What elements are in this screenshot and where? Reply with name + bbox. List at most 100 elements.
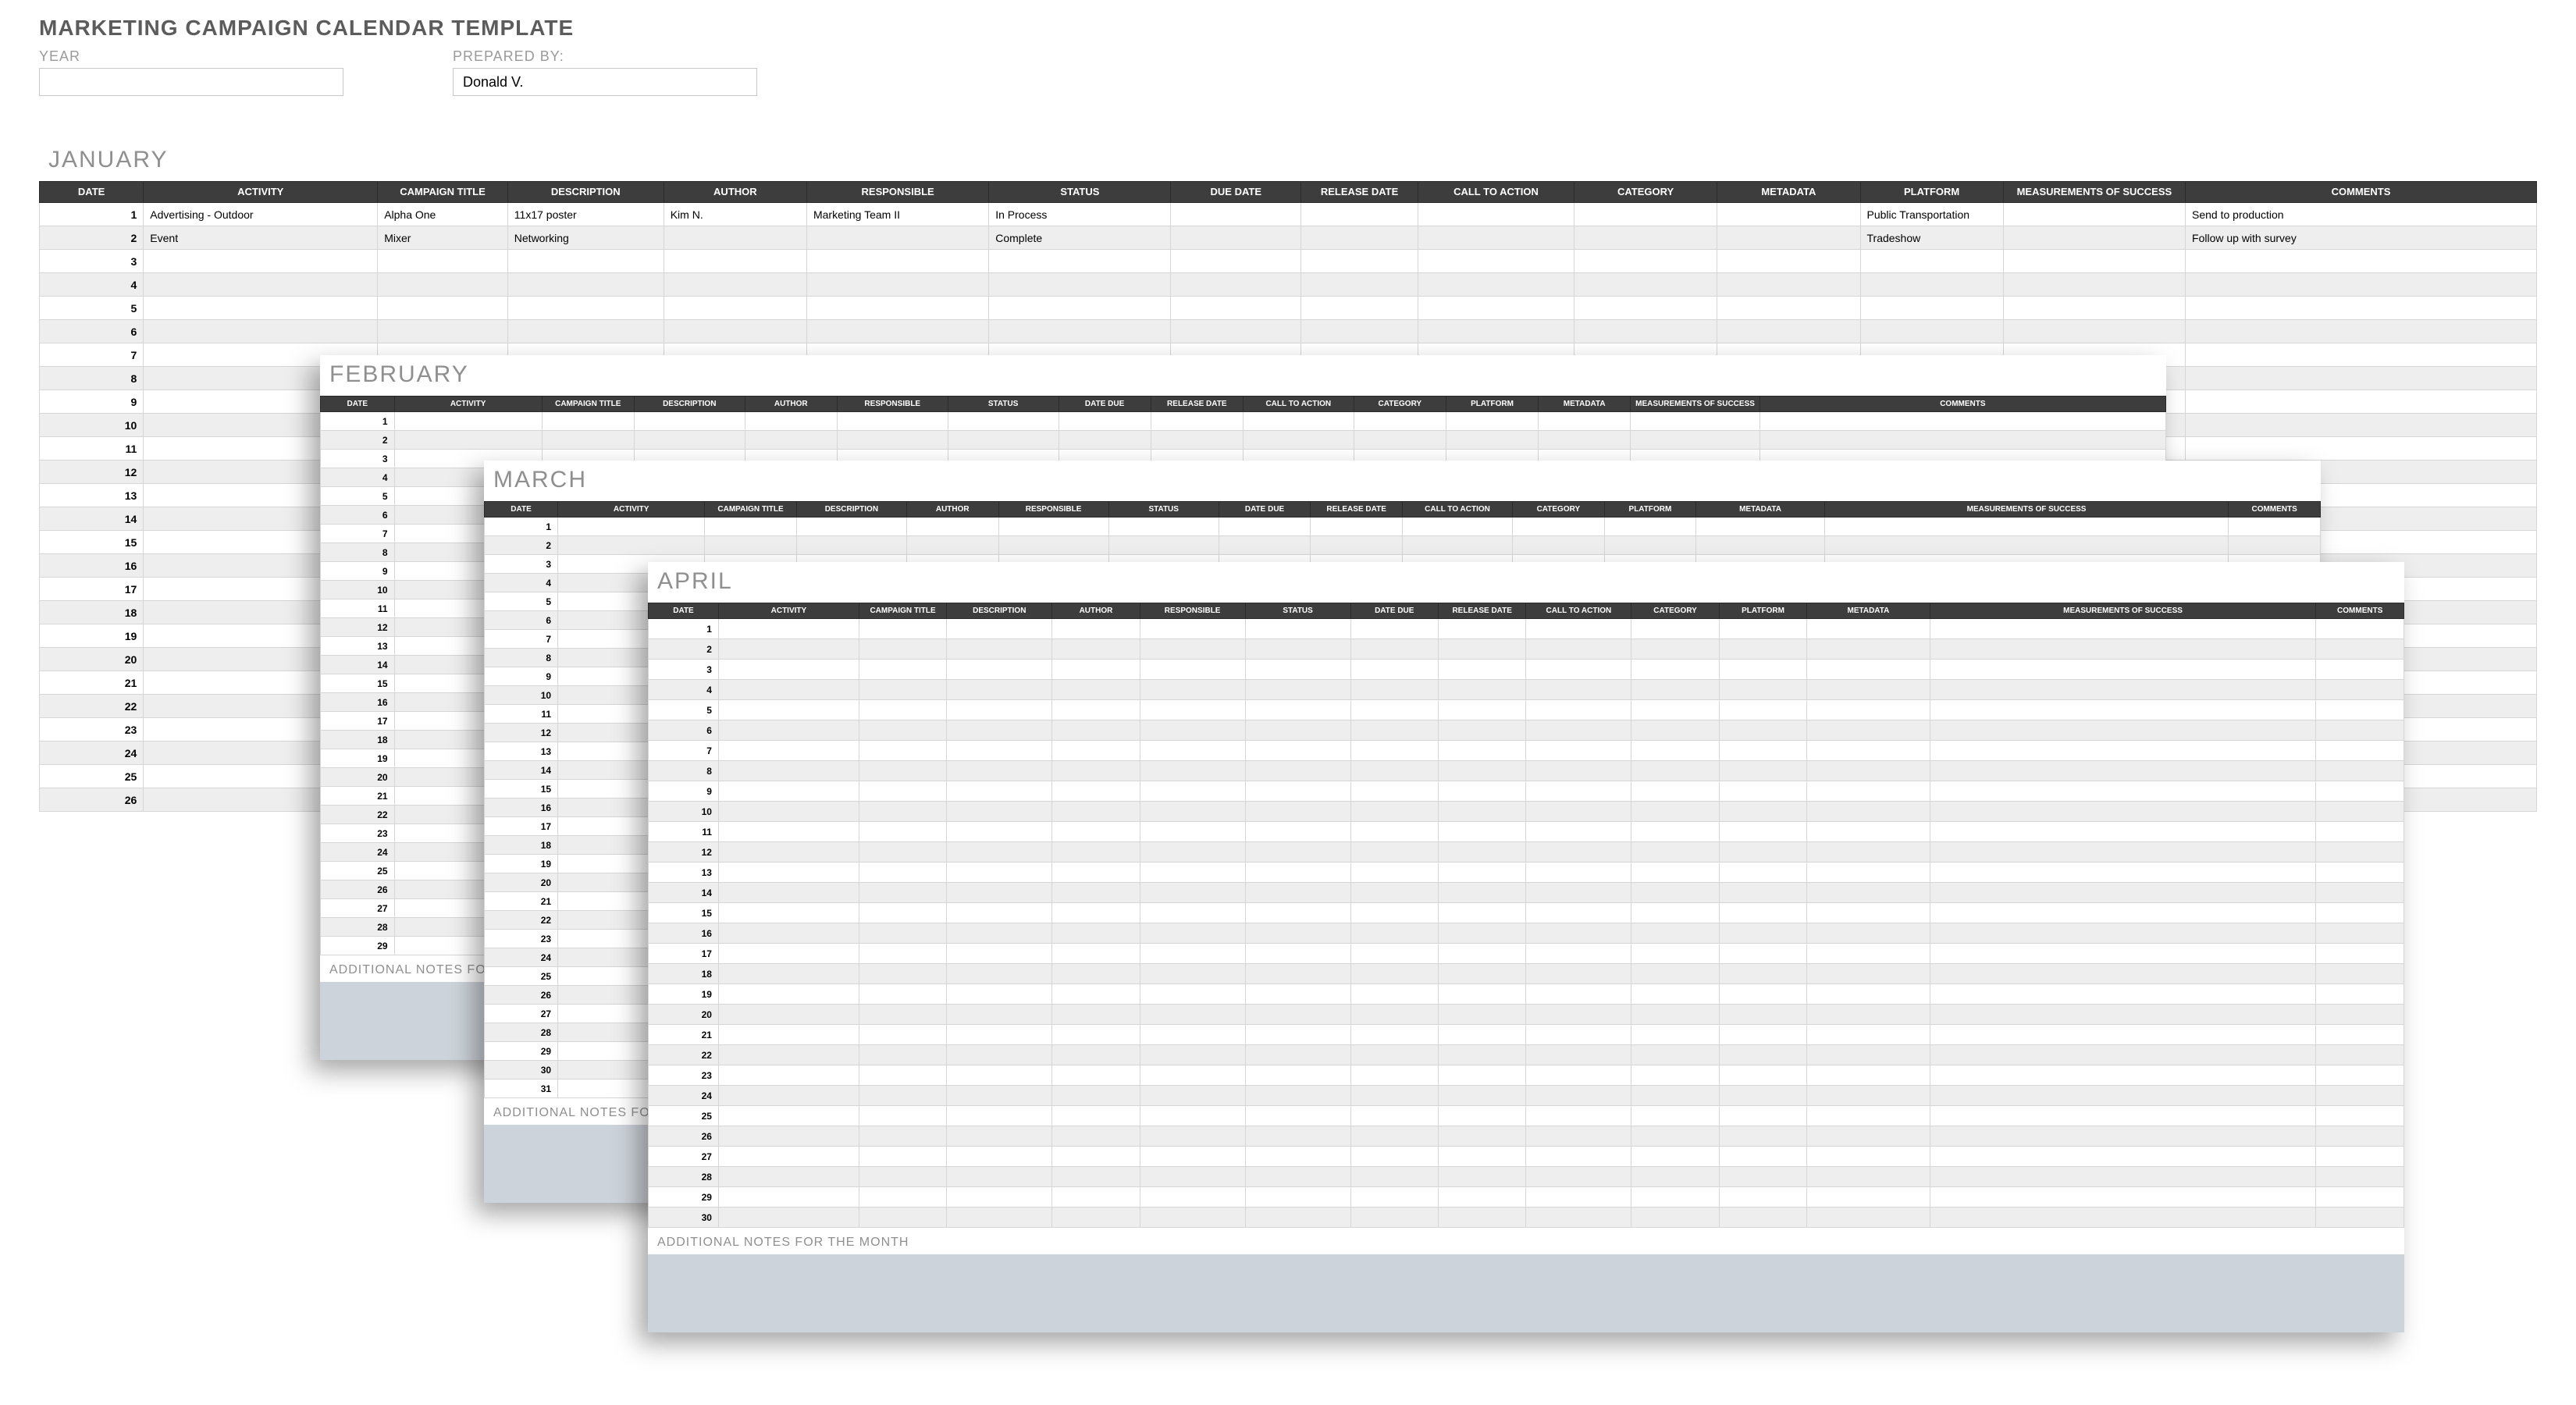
data-cell[interactable] — [1526, 1005, 1631, 1025]
year-input[interactable] — [39, 68, 343, 96]
data-cell[interactable] — [1350, 883, 1438, 903]
data-cell[interactable] — [859, 1025, 946, 1045]
data-cell[interactable] — [1350, 761, 1438, 781]
data-cell[interactable] — [1402, 536, 1512, 555]
date-cell[interactable]: 6 — [321, 506, 395, 525]
date-cell[interactable]: 28 — [485, 1023, 558, 1042]
data-cell[interactable] — [1438, 923, 1525, 944]
data-cell[interactable] — [2186, 414, 2537, 437]
data-cell[interactable] — [1350, 1065, 1438, 1086]
data-cell[interactable] — [1631, 1208, 1719, 1228]
data-cell[interactable] — [947, 1208, 1052, 1228]
data-cell[interactable] — [2003, 250, 2185, 273]
data-cell[interactable] — [1526, 802, 1631, 822]
data-cell[interactable] — [1574, 320, 1717, 343]
data-cell[interactable] — [859, 1126, 946, 1147]
data-cell[interactable] — [1171, 273, 1301, 297]
data-cell[interactable] — [1140, 802, 1245, 822]
data-cell[interactable] — [2316, 1025, 2404, 1045]
data-cell[interactable] — [1631, 863, 1719, 883]
data-cell[interactable] — [1245, 1167, 1350, 1187]
data-cell[interactable] — [947, 680, 1052, 700]
data-cell[interactable] — [1140, 842, 1245, 863]
data-cell[interactable] — [1526, 1126, 1631, 1147]
data-cell[interactable] — [1574, 203, 1717, 226]
data-cell[interactable] — [1350, 1045, 1438, 1065]
data-cell[interactable] — [1930, 822, 2316, 842]
date-cell[interactable]: 9 — [321, 562, 395, 581]
data-cell[interactable] — [1807, 781, 1930, 802]
data-cell[interactable] — [1140, 1065, 1245, 1086]
data-cell[interactable] — [718, 1167, 859, 1187]
data-cell[interactable] — [1930, 660, 2316, 680]
data-cell[interactable] — [1350, 700, 1438, 720]
data-cell[interactable] — [1350, 863, 1438, 883]
date-cell[interactable]: 9 — [485, 667, 558, 686]
data-cell[interactable] — [1140, 863, 1245, 883]
data-cell[interactable] — [1807, 1086, 1930, 1106]
data-cell[interactable] — [1719, 863, 1806, 883]
data-cell[interactable] — [1759, 412, 2165, 431]
data-cell[interactable] — [1719, 1106, 1806, 1126]
data-cell[interactable] — [1807, 964, 1930, 984]
data-cell[interactable] — [1052, 741, 1140, 761]
date-cell[interactable]: 20 — [40, 648, 144, 671]
data-cell[interactable] — [1438, 1147, 1525, 1167]
data-cell[interactable] — [507, 250, 664, 273]
data-cell[interactable] — [1719, 720, 1806, 741]
data-cell[interactable] — [1052, 944, 1140, 964]
data-cell[interactable] — [1719, 1187, 1806, 1208]
data-cell[interactable] — [1245, 903, 1350, 923]
date-cell[interactable]: 25 — [40, 765, 144, 788]
data-cell[interactable] — [806, 226, 988, 250]
data-cell[interactable] — [1245, 944, 1350, 964]
data-cell[interactable] — [1140, 822, 1245, 842]
data-cell[interactable] — [947, 822, 1052, 842]
data-cell[interactable] — [1418, 250, 1574, 273]
data-cell[interactable] — [1719, 700, 1806, 720]
date-cell[interactable]: 7 — [485, 630, 558, 649]
data-cell[interactable] — [1719, 1126, 1806, 1147]
data-cell[interactable] — [1719, 842, 1806, 863]
data-cell[interactable] — [1350, 1025, 1438, 1045]
data-cell[interactable] — [859, 720, 946, 741]
data-cell[interactable] — [1631, 720, 1719, 741]
data-cell[interactable] — [664, 250, 806, 273]
data-cell[interactable] — [1807, 944, 1930, 964]
date-cell[interactable]: 23 — [485, 930, 558, 948]
data-cell[interactable] — [1438, 964, 1525, 984]
data-cell[interactable] — [806, 250, 988, 273]
data-cell[interactable] — [1438, 781, 1525, 802]
date-cell[interactable]: 3 — [649, 660, 719, 680]
data-cell[interactable] — [1930, 1005, 2316, 1025]
data-cell[interactable] — [1140, 741, 1245, 761]
data-cell[interactable] — [718, 639, 859, 660]
data-cell[interactable] — [718, 741, 859, 761]
date-cell[interactable]: 26 — [649, 1126, 719, 1147]
data-cell[interactable] — [947, 781, 1052, 802]
data-cell[interactable] — [2316, 1126, 2404, 1147]
data-cell[interactable] — [1052, 863, 1140, 883]
data-cell[interactable] — [1631, 431, 1759, 450]
data-cell[interactable] — [1807, 1045, 1930, 1065]
data-cell[interactable] — [1354, 431, 1446, 450]
data-cell[interactable] — [718, 1045, 859, 1065]
data-cell[interactable] — [1140, 923, 1245, 944]
data-cell[interactable] — [2316, 964, 2404, 984]
data-cell[interactable] — [1526, 944, 1631, 964]
data-cell[interactable] — [989, 297, 1171, 320]
data-cell[interactable] — [378, 297, 508, 320]
data-cell[interactable] — [1526, 903, 1631, 923]
data-cell[interactable] — [1052, 1147, 1140, 1167]
data-cell[interactable] — [859, 944, 946, 964]
data-cell[interactable] — [859, 1147, 946, 1167]
data-cell[interactable] — [1052, 1208, 1140, 1228]
data-cell[interactable] — [718, 680, 859, 700]
data-cell[interactable] — [1245, 1208, 1350, 1228]
data-cell[interactable] — [1171, 297, 1301, 320]
data-cell[interactable] — [1719, 1147, 1806, 1167]
data-cell[interactable] — [1438, 761, 1525, 781]
date-cell[interactable]: 3 — [321, 450, 395, 468]
data-cell[interactable] — [1539, 412, 1631, 431]
data-cell[interactable] — [1807, 761, 1930, 781]
